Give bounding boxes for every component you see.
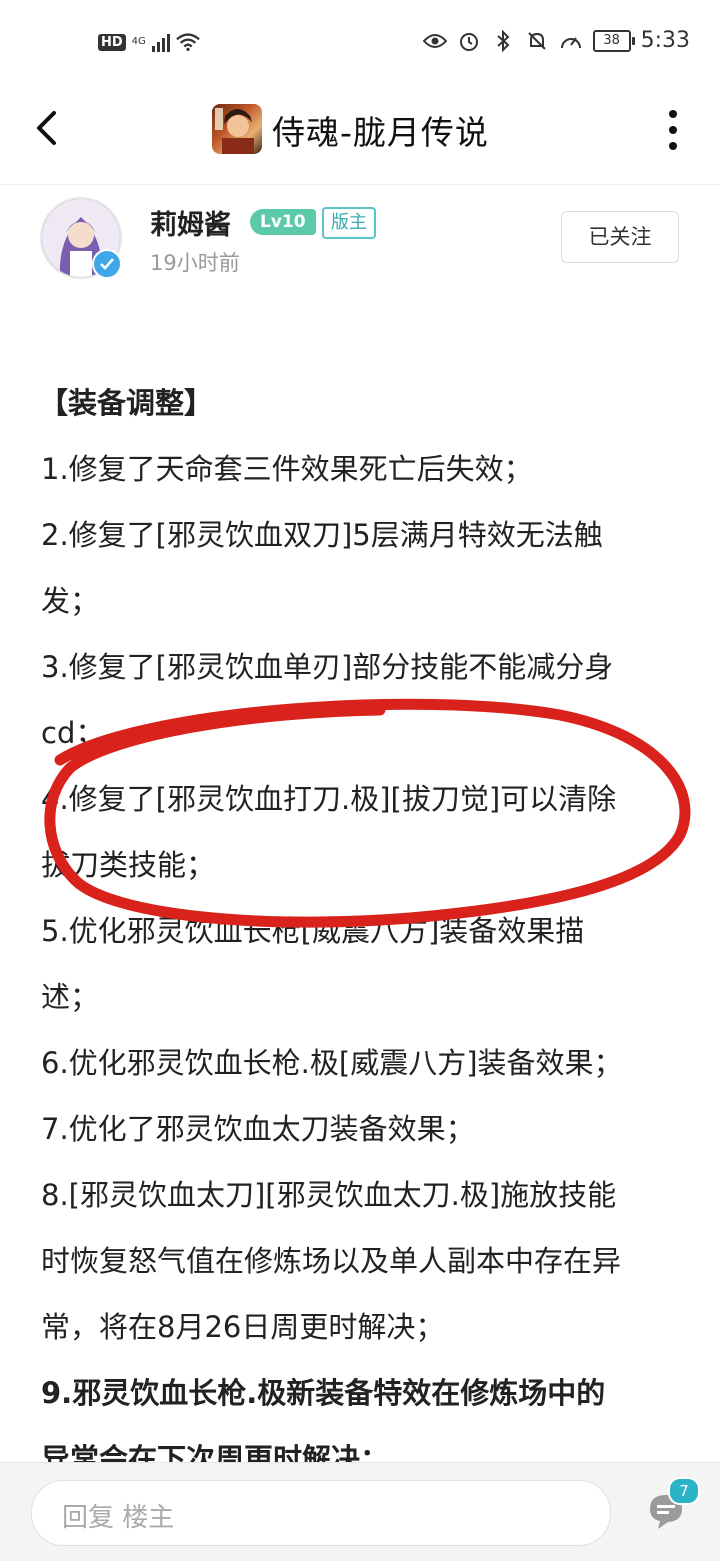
content-line: 4.修复了[邪灵饮血打刀.极][拔刀觉]可以清除 <box>41 782 617 816</box>
content-line: 8.[邪灵饮血太刀][邪灵饮血太刀.极]施放技能 <box>41 1178 617 1212</box>
content-line: 常，将在8月26日周更时解决； <box>41 1310 445 1344</box>
section-heading: 【装备调整】 <box>39 386 214 420</box>
speedometer-icon <box>559 29 583 53</box>
reply-placeholder: 回复 楼主 <box>62 1503 175 1533</box>
page-title: 侍魂-胧月传说 <box>272 113 489 152</box>
more-button[interactable] <box>668 110 678 150</box>
author-name[interactable]: 莉姆酱 <box>150 203 231 242</box>
bluetooth-icon <box>491 29 515 53</box>
game-logo <box>212 104 262 154</box>
content-line: 6.优化邪灵饮血长枪.极[威震八方]装备效果； <box>41 1046 623 1080</box>
moderator-badge: 版主 <box>322 207 376 239</box>
content-line: 述； <box>41 980 100 1014</box>
verified-icon <box>92 249 122 279</box>
status-bar: HD 4G 38 5:33 <box>0 0 720 88</box>
network-type: 4G <box>131 36 146 47</box>
status-right: 38 5:33 <box>422 28 690 53</box>
eye-icon <box>422 29 447 53</box>
more-vertical-icon <box>669 110 677 118</box>
content-line: 时恢复怒气值在修炼场以及单人副本中存在异 <box>41 1244 622 1278</box>
content-line: 2.修复了[邪灵饮血双刀]5层满月特效无法触 <box>41 518 603 552</box>
wifi-icon <box>175 30 200 54</box>
post-author: 莉姆酱 Lv10 版主 19小时前 已关注 <box>0 185 720 290</box>
content-line: 5.优化邪灵饮血长枪[威震八方]装备效果描 <box>41 914 585 948</box>
comment-count-badge: 7 <box>668 1477 700 1505</box>
chevron-left-icon <box>37 111 56 145</box>
back-button[interactable] <box>26 108 66 148</box>
mute-bell-icon <box>525 29 549 53</box>
level-badge: Lv10 <box>250 209 316 235</box>
battery-icon: 38 <box>592 29 635 52</box>
hd-indicator: HD <box>98 33 126 51</box>
post-time: 19小时前 <box>150 251 240 275</box>
content-line: 发； <box>41 584 100 618</box>
post-content: 【装备调整】 1.修复了天命套三件效果死亡后失效； 2.修复了[邪灵饮血双刀]5… <box>39 370 691 1492</box>
content-line: 拔刀类技能； <box>41 848 216 882</box>
content-line: cd； <box>41 716 105 750</box>
bottom-bar: 回复 楼主 7 <box>0 1462 720 1561</box>
clock: 5:33 <box>640 28 690 53</box>
status-left: HD 4G <box>98 30 200 54</box>
alarm-icon <box>457 29 481 53</box>
top-nav-bar: 侍魂-胧月传说 <box>0 88 720 185</box>
reply-input[interactable]: 回复 楼主 <box>31 1480 611 1546</box>
content-line-bold: 9.邪灵饮血长枪.极新装备特效在修炼场中的 <box>41 1376 606 1410</box>
follow-button[interactable]: 已关注 <box>561 211 679 263</box>
content-line: 7.优化了邪灵饮血太刀装备效果； <box>41 1112 475 1146</box>
content-line: 1.修复了天命套三件效果死亡后失效； <box>41 452 533 486</box>
content-line: 3.修复了[邪灵饮血单刃]部分技能不能减分身 <box>41 650 614 684</box>
signal-icon <box>151 32 170 52</box>
